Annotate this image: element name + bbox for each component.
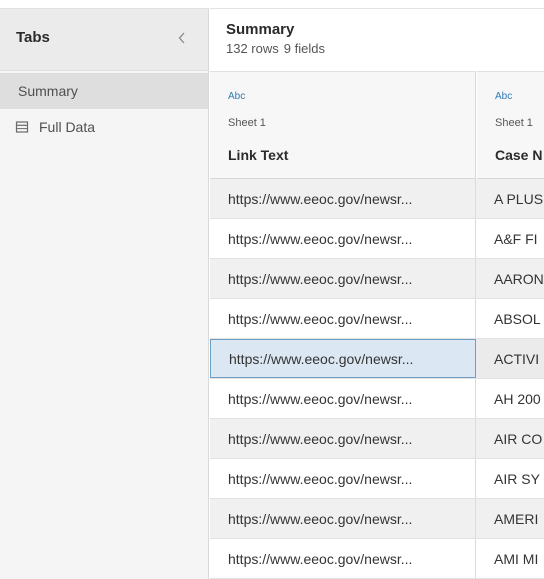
link-text-cell[interactable]: https://www.eeoc.gov/newsr... (210, 419, 476, 458)
case-name-cell[interactable]: AMI MI (477, 539, 544, 578)
table-row[interactable]: https://www.eeoc.gov/newsr... AMERI (210, 499, 544, 539)
link-text-cell[interactable]: https://www.eeoc.gov/newsr... (210, 499, 476, 538)
table-row[interactable]: https://www.eeoc.gov/newsr... AMI MI (210, 539, 544, 579)
column-field-name: Case N (495, 147, 543, 163)
case-name-cell[interactable]: A&F FI (477, 219, 544, 258)
summary-header: Summary 132 rows 9 fields (210, 8, 544, 70)
data-source-view: Tabs Summary Full Data Summary 132 rows … (0, 0, 544, 579)
table-row[interactable]: https://www.eeoc.gov/newsr... AIR CO (210, 419, 544, 459)
case-name-cell[interactable]: AIR SY (477, 459, 544, 498)
case-name-cell[interactable]: AIR CO (477, 419, 544, 458)
chevron-left-icon (178, 32, 185, 44)
case-name-cell[interactable]: A PLUS (477, 179, 544, 218)
table-row-selected[interactable]: https://www.eeoc.gov/newsr... ACTIVI (210, 339, 544, 379)
table-icon (15, 120, 29, 134)
row-count: 132 rows (226, 41, 279, 56)
table-row[interactable]: https://www.eeoc.gov/newsr... ABSOL (210, 299, 544, 339)
field-count: 9 fields (283, 41, 325, 56)
tabs-header: Tabs (0, 9, 208, 71)
summary-stats: 132 rows 9 fields (226, 41, 325, 56)
link-text-cell[interactable]: https://www.eeoc.gov/newsr... (210, 259, 476, 298)
case-name-cell[interactable]: AARON (477, 259, 544, 298)
tab-full-data[interactable]: Full Data (0, 109, 208, 145)
link-text-cell[interactable]: https://www.eeoc.gov/newsr... (210, 179, 476, 218)
string-type-icon[interactable]: Abc (228, 91, 245, 102)
table-row[interactable]: https://www.eeoc.gov/newsr... AARON (210, 259, 544, 299)
tab-full-data-label: Full Data (39, 119, 96, 135)
tab-summary-label: Summary (18, 83, 78, 99)
case-name-cell[interactable]: AMERI (477, 499, 544, 538)
column-header-link-text[interactable]: Abc Sheet 1 Link Text (210, 71, 476, 179)
summary-title: Summary (226, 21, 295, 38)
link-text-cell[interactable]: https://www.eeoc.gov/newsr... (210, 379, 476, 418)
string-type-icon[interactable]: Abc (495, 91, 512, 102)
case-name-cell[interactable]: AH 200 (477, 379, 544, 418)
column-field-name: Link Text (228, 147, 289, 163)
table-row[interactable]: https://www.eeoc.gov/newsr... A PLUS (210, 179, 544, 219)
tab-summary[interactable]: Summary (0, 73, 208, 109)
link-text-cell[interactable]: https://www.eeoc.gov/newsr... (210, 299, 476, 338)
table-row[interactable]: https://www.eeoc.gov/newsr... AH 200 (210, 379, 544, 419)
link-text-cell[interactable]: https://www.eeoc.gov/newsr... (210, 219, 476, 258)
table-row[interactable]: https://www.eeoc.gov/newsr... AIR SY (210, 459, 544, 499)
tabs-title: Tabs (16, 29, 50, 46)
link-text-cell[interactable]: https://www.eeoc.gov/newsr... (210, 459, 476, 498)
column-source-sheet: Sheet 1 (495, 117, 533, 129)
collapse-panel-button[interactable] (172, 27, 192, 49)
table-row[interactable]: https://www.eeoc.gov/newsr... A&F FI (210, 219, 544, 259)
link-text-cell[interactable]: https://www.eeoc.gov/newsr... (210, 539, 476, 578)
column-header-case-name[interactable]: Abc Sheet 1 Case N (477, 71, 544, 179)
tabs-panel: Tabs Summary Full Data (0, 8, 209, 579)
link-text-cell-selected[interactable]: https://www.eeoc.gov/newsr... (210, 339, 476, 378)
case-name-cell[interactable]: ACTIVI (477, 339, 544, 378)
column-source-sheet: Sheet 1 (228, 117, 266, 129)
case-name-cell[interactable]: ABSOL (477, 299, 544, 338)
